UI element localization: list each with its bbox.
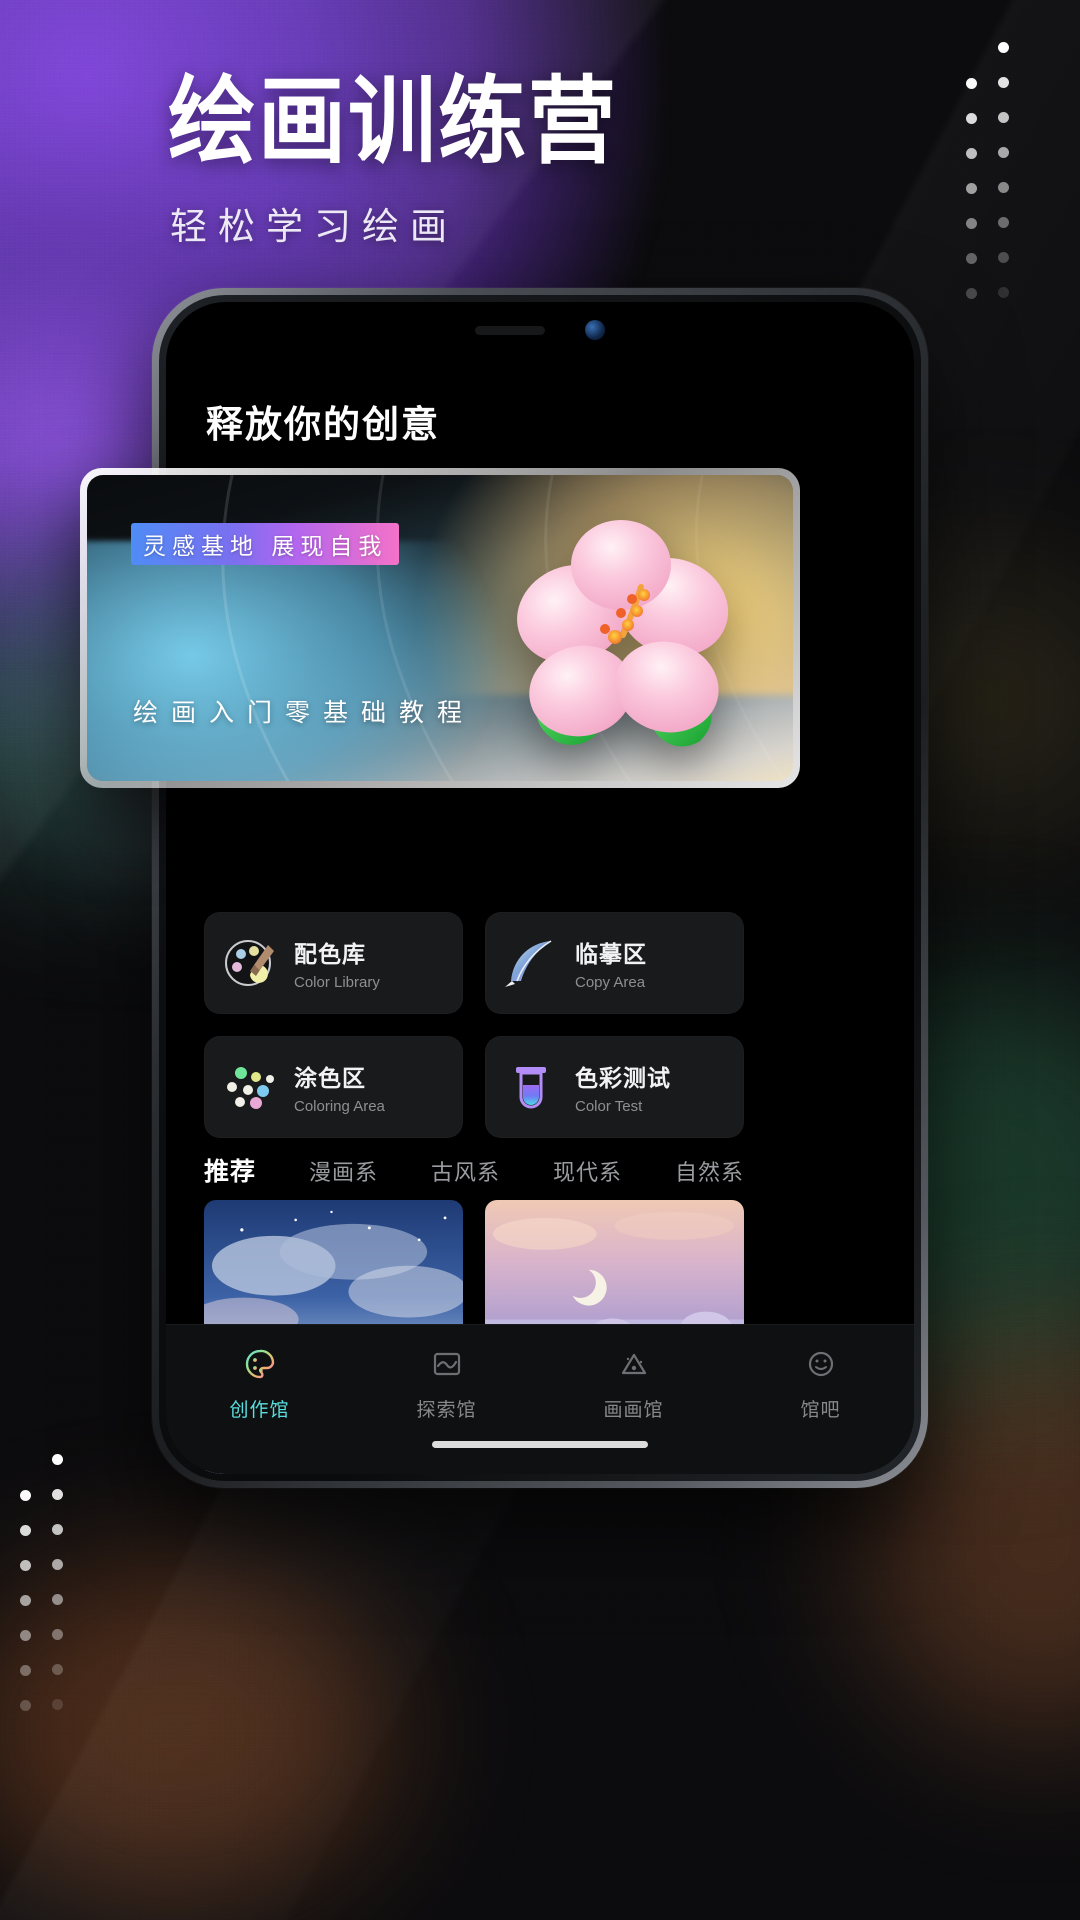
decor-dot <box>20 1595 31 1606</box>
category-tab-1[interactable]: 推荐 <box>204 1152 256 1188</box>
smiley-nav-icon <box>804 1347 838 1381</box>
decor-dot <box>20 1490 31 1501</box>
decor-dot <box>998 147 1009 158</box>
decor-dot <box>966 253 977 264</box>
category-tab-bar[interactable]: 推荐 漫画系 古风系 现代系 自然系 <box>204 1152 744 1188</box>
feature-card-title: 涂色区 <box>294 1066 366 1092</box>
decor-dot <box>998 217 1009 228</box>
nav-item-label: 馆吧 <box>800 1400 841 1421</box>
decor-dot <box>52 1559 63 1570</box>
category-tab-4[interactable]: 现代系 <box>553 1155 622 1187</box>
front-camera <box>585 320 605 340</box>
decor-dot <box>998 182 1009 193</box>
decor-dot <box>20 1560 31 1571</box>
decor-dot <box>52 1699 63 1710</box>
decor-dot <box>52 1629 63 1640</box>
feature-card-subtitle: Copy Area <box>575 974 646 991</box>
dot-column-top-right-a <box>998 42 1009 322</box>
decor-dot <box>52 1524 63 1535</box>
dot-column-bottom-left-b <box>20 1490 31 1735</box>
feature-card-3[interactable]: 涂色区 Coloring Area <box>204 1036 463 1138</box>
decor-dot <box>998 112 1009 123</box>
floating-hero-card[interactable]: 灵感基地 展现自我 绘画入门零基础教程 <box>80 468 800 788</box>
feature-card-subtitle: Color Library <box>294 974 380 991</box>
feature-card-grid: 配色库 Color Library 临摹区 Copy Area 涂色区 Colorin… <box>204 912 744 1138</box>
hero-caption: 绘画入门零基础教程 <box>133 699 476 727</box>
category-tab-2[interactable]: 漫画系 <box>309 1155 378 1187</box>
decor-dot <box>20 1700 31 1711</box>
nav-item-3[interactable]: 画画馆 <box>540 1347 727 1422</box>
decor-dot <box>52 1594 63 1605</box>
decor-dot <box>20 1665 31 1676</box>
feature-card-4[interactable]: 色彩测试 Color Test <box>485 1036 744 1138</box>
decor-dot <box>966 148 977 159</box>
nav-item-2[interactable]: 探索馆 <box>353 1347 540 1422</box>
landscape-nav-icon <box>430 1347 464 1381</box>
nav-item-label: 创作馆 <box>229 1400 290 1421</box>
promo-subheadline: 轻松学习绘画 <box>170 206 458 247</box>
earpiece-speaker <box>475 325 545 335</box>
hero-badge-label: 灵感基地 展现自我 <box>143 533 388 559</box>
home-indicator <box>432 1441 648 1448</box>
decor-dot <box>20 1525 31 1536</box>
decor-dot <box>998 252 1009 263</box>
decor-dot <box>966 288 977 299</box>
feature-card-2[interactable]: 临摹区 Copy Area <box>485 912 744 1014</box>
feature-card-title: 临摹区 <box>575 942 647 968</box>
decor-dot <box>966 218 977 229</box>
decor-dot <box>998 77 1009 88</box>
feature-card-title: 配色库 <box>294 942 366 968</box>
phone-notch <box>380 302 700 358</box>
category-tab-5[interactable]: 自然系 <box>675 1155 744 1187</box>
color-dots-icon <box>218 1055 282 1119</box>
decor-dot <box>966 78 977 89</box>
palette-nav-icon <box>243 1347 277 1381</box>
palette-icon <box>218 931 282 995</box>
app-screen-title: 释放你的创意 <box>206 403 440 446</box>
hero-card-inner: 灵感基地 展现自我 绘画入门零基础教程 <box>87 475 793 781</box>
decor-dot <box>998 287 1009 298</box>
decor-dot <box>998 42 1009 53</box>
decor-dot <box>52 1454 63 1465</box>
decor-dot <box>52 1664 63 1675</box>
test-tube-icon <box>499 1055 563 1119</box>
triangle-nav-icon <box>617 1347 651 1381</box>
decor-dot <box>966 183 977 194</box>
nav-item-1[interactable]: 创作馆 <box>166 1347 353 1422</box>
hero-badge: 灵感基地 展现自我 <box>131 523 400 565</box>
feature-card-1[interactable]: 配色库 Color Library <box>204 912 463 1014</box>
decor-dot <box>52 1489 63 1500</box>
dot-column-bottom-left-a <box>52 1454 63 1734</box>
decor-dot <box>966 113 977 124</box>
category-tab-3[interactable]: 古风系 <box>431 1155 500 1187</box>
dot-column-top-right-b <box>966 78 977 323</box>
feature-card-subtitle: Coloring Area <box>294 1098 385 1115</box>
nav-item-label: 探索馆 <box>416 1400 477 1421</box>
nav-item-4[interactable]: 馆吧 <box>727 1347 914 1422</box>
bottom-navigation-bar[interactable]: 创作馆 探索馆 画画馆 馆吧 <box>166 1324 914 1474</box>
feature-card-title: 色彩测试 <box>575 1066 671 1092</box>
feature-card-subtitle: Color Test <box>575 1098 643 1115</box>
feather-quill-icon <box>499 931 563 995</box>
hibiscus-flower-icon <box>517 520 729 747</box>
nav-item-label: 画画馆 <box>603 1400 664 1421</box>
promo-headline: 绘画训练营 <box>168 65 619 177</box>
decor-dot <box>20 1630 31 1641</box>
